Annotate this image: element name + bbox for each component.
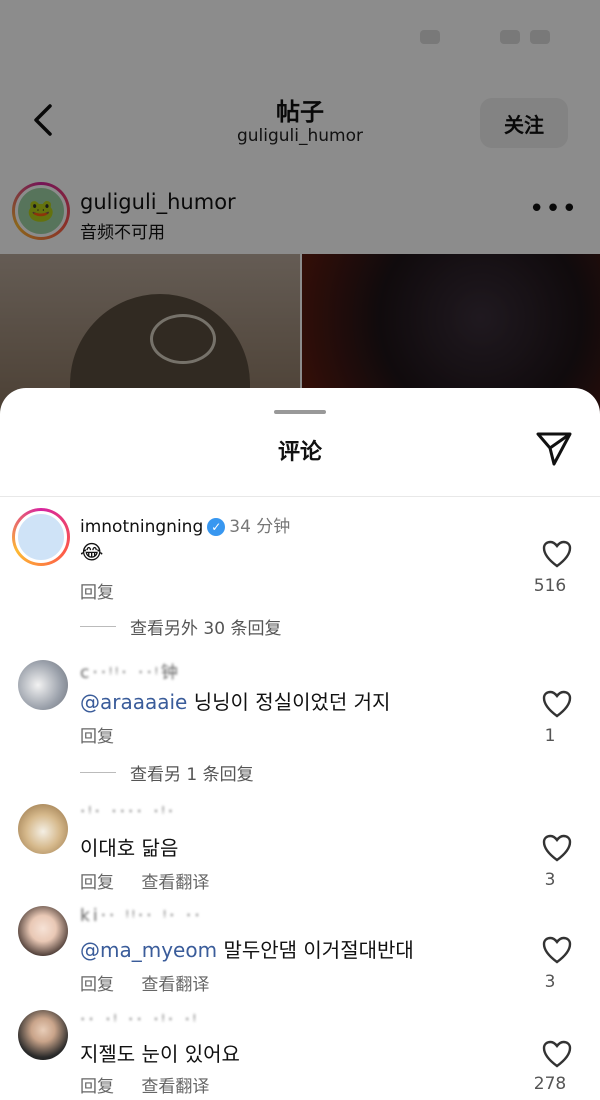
- comment-text: @ma_myeom 말두안댐 이거절대반대: [80, 934, 414, 963]
- comment-username: imnotningning ✓ 34 分钟: [80, 512, 290, 537]
- reply-button[interactable]: 回复: [80, 1077, 114, 1097]
- heart-icon[interactable]: [542, 540, 572, 568]
- comment-text: 지젤도 눈이 있어요: [80, 1042, 240, 1066]
- reply-button[interactable]: 回复: [80, 583, 114, 603]
- avatar-image: [15, 511, 67, 563]
- comment-username[interactable]: c··ᵎᵎ· ··ᵎ钟: [80, 658, 181, 683]
- commenter-avatar[interactable]: [18, 906, 68, 956]
- like-count: 1: [544, 726, 556, 746]
- mention-link[interactable]: @araaaaie: [80, 690, 187, 714]
- commenter-avatar[interactable]: [12, 508, 70, 566]
- comment-time: 34 分钟: [229, 517, 291, 537]
- comment-actions: 回复 查看翻译: [80, 868, 231, 893]
- username-text[interactable]: imnotningning: [80, 517, 203, 537]
- comment-username[interactable]: ·· ·ᵎ ·· ·ᵎ· ·ᵎ: [80, 1010, 199, 1030]
- reply-line: [80, 626, 116, 627]
- comment-text: @araaaaie 닝닝이 정실이었던 거지: [80, 686, 390, 715]
- comment-text: 이대호 닮음: [80, 836, 179, 860]
- view-more-label: 查看另 1 条回复: [130, 765, 254, 785]
- sheet-divider: [0, 496, 600, 497]
- like-count: 516: [533, 576, 567, 596]
- translate-button[interactable]: 查看翻译: [141, 1077, 209, 1097]
- comment-username[interactable]: ki·· ᵎᵎ·· ᵎ· ··: [80, 906, 203, 926]
- comment-actions: 回复 查看翻译: [80, 1072, 231, 1097]
- reply-button[interactable]: 回复: [80, 873, 114, 893]
- comment-body: 닝닝이 정실이었던 거지: [187, 690, 391, 714]
- translate-button[interactable]: 查看翻译: [141, 975, 209, 995]
- comment-actions: 回复: [80, 578, 136, 603]
- view-more-replies[interactable]: 查看另外 30 条回复: [80, 614, 281, 639]
- comment-body: 말두안댐 이거절대반대: [217, 938, 414, 962]
- like-count: 3: [544, 870, 556, 890]
- cat-avatar-icon[interactable]: [18, 804, 68, 854]
- view-more-label: 查看另外 30 条回复: [130, 619, 282, 639]
- sheet-title: 评论: [277, 440, 322, 465]
- comment-actions: 回复: [80, 722, 136, 747]
- sheet-drag-handle[interactable]: [274, 410, 326, 414]
- heart-icon[interactable]: [542, 690, 572, 718]
- like-count: 278: [533, 1074, 567, 1094]
- commenter-avatar[interactable]: [18, 1010, 68, 1060]
- heart-icon[interactable]: [542, 1040, 572, 1068]
- like-count: 3: [544, 972, 556, 992]
- reply-button[interactable]: 回复: [80, 975, 114, 995]
- share-icon[interactable]: [534, 428, 574, 468]
- heart-icon[interactable]: [542, 936, 572, 964]
- comment-username[interactable]: ·ᵎ· ···· ·ᵎ·: [80, 802, 176, 822]
- mention-link[interactable]: @ma_myeom: [80, 938, 217, 962]
- comment-text: 😂: [80, 540, 104, 564]
- reply-line: [80, 772, 116, 773]
- translate-button[interactable]: 查看翻译: [141, 873, 209, 893]
- view-more-replies[interactable]: 查看另 1 条回复: [80, 760, 254, 785]
- reply-button[interactable]: 回复: [80, 727, 114, 747]
- heart-icon[interactable]: [542, 834, 572, 862]
- verified-badge-icon: ✓: [207, 518, 226, 536]
- commenter-avatar[interactable]: [18, 660, 68, 710]
- comments-sheet: 评论 imnotningning ✓ 34 分钟 😂 回复 516 查看另外 30 …: [0, 388, 600, 1100]
- comment-actions: 回复 查看翻译: [80, 970, 231, 995]
